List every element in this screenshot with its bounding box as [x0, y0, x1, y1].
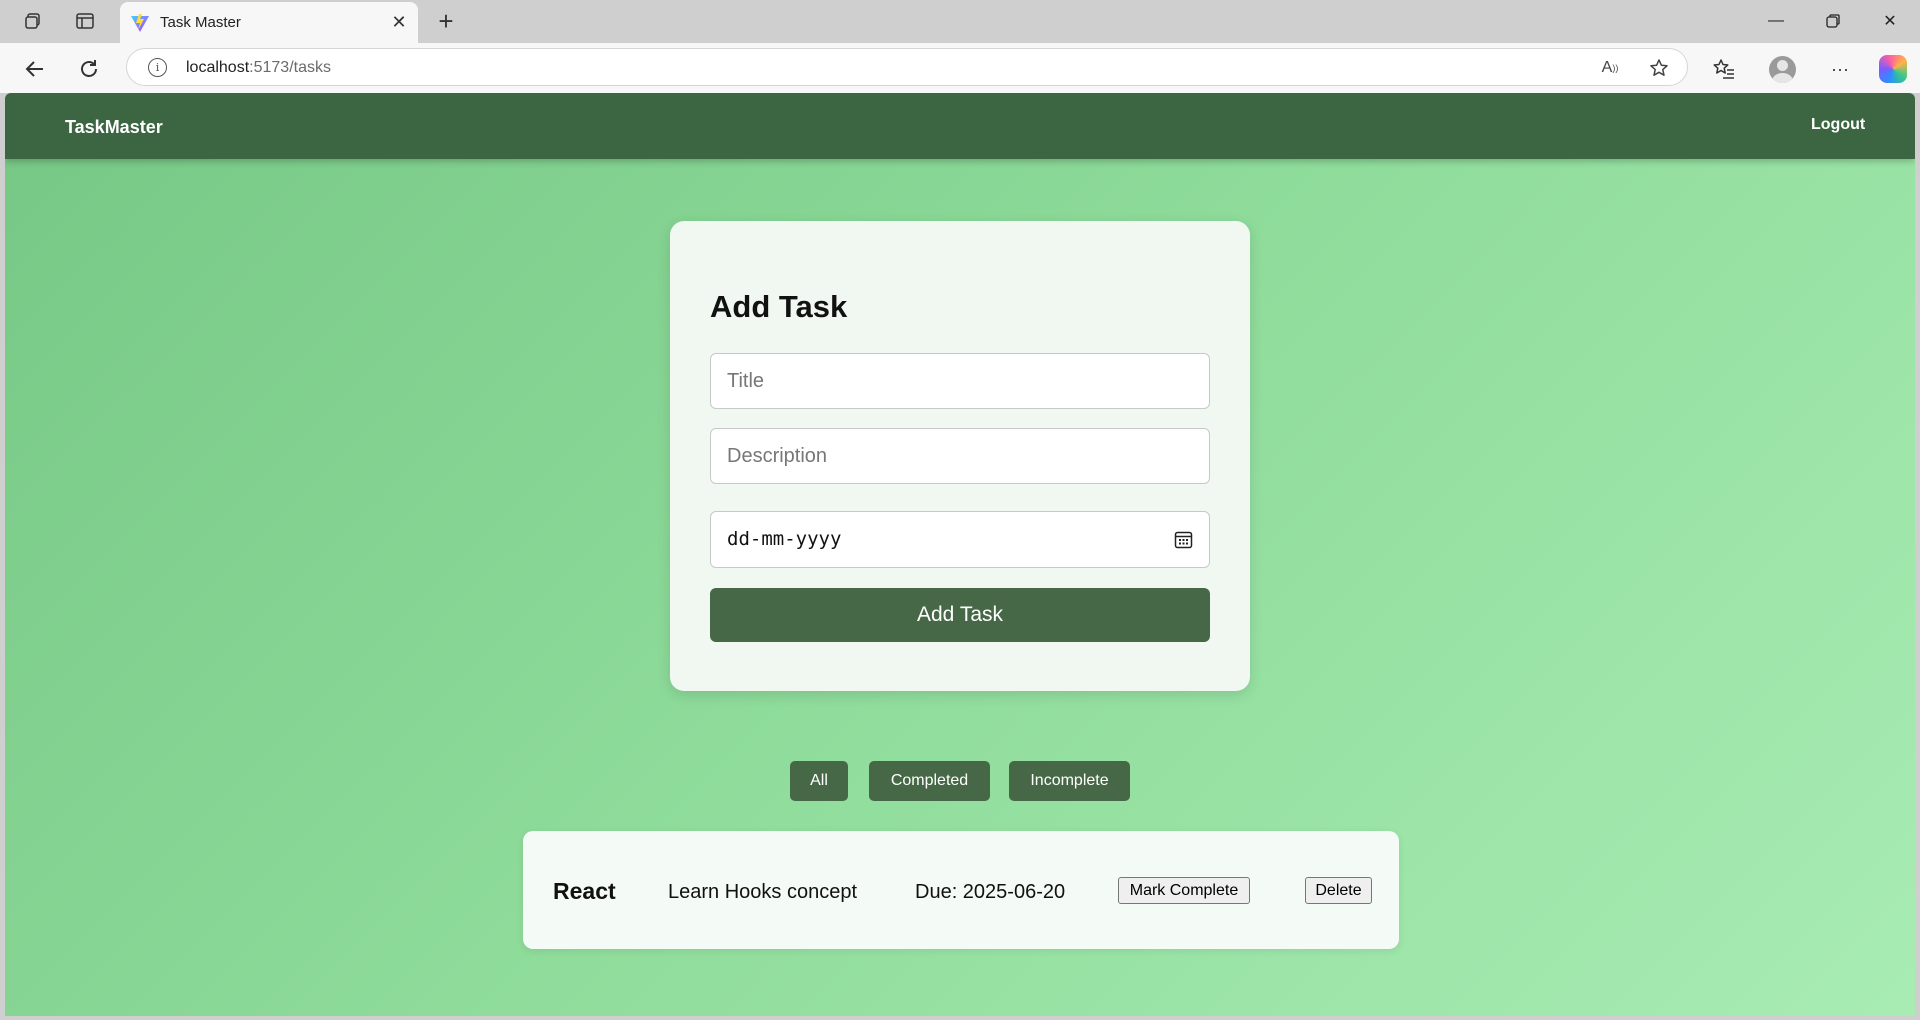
profile-avatar-icon[interactable] [1769, 56, 1796, 83]
add-task-button[interactable]: Add Task [710, 588, 1210, 642]
workspaces-icon[interactable] [20, 8, 46, 34]
address-bar: i localhost:5173/tasks A)) ··· [0, 43, 1920, 93]
vite-logo-icon [131, 14, 149, 32]
logout-button[interactable]: Logout [1811, 116, 1865, 134]
title-input[interactable] [710, 353, 1210, 409]
tab-title: Task Master [160, 14, 241, 31]
filter-completed-button[interactable]: Completed [869, 761, 990, 801]
due-date-placeholder: dd-mm-yyyy [727, 528, 842, 550]
task-description: Learn Hooks concept [668, 881, 858, 903]
favorites-icon[interactable] [1709, 54, 1739, 84]
delete-button[interactable]: Delete [1305, 877, 1372, 904]
mark-complete-button[interactable]: Mark Complete [1118, 877, 1250, 904]
task-title: React [553, 878, 616, 904]
more-icon[interactable]: ··· [1825, 54, 1855, 84]
calendar-icon[interactable] [1174, 530, 1193, 549]
window-close-icon[interactable]: ✕ [1870, 6, 1910, 36]
task-due-date: Due: 2025-06-20 [915, 881, 1066, 903]
refresh-icon[interactable] [74, 54, 104, 84]
app-navbar: TaskMaster Logout [5, 93, 1915, 159]
minimize-icon[interactable]: — [1756, 6, 1796, 36]
filter-incomplete-button[interactable]: Incomplete [1009, 761, 1130, 801]
url-field[interactable]: i localhost:5173/tasks A)) [126, 48, 1688, 86]
copilot-icon[interactable] [1879, 55, 1907, 83]
task-item: React Learn Hooks concept Due: 2025-06-2… [523, 831, 1399, 949]
add-task-heading: Add Task [710, 289, 848, 324]
info-icon[interactable]: i [148, 58, 167, 77]
due-date-input[interactable]: dd-mm-yyyy [710, 511, 1210, 568]
description-input[interactable] [710, 428, 1210, 484]
browser-tab-bar: Task Master ✕ + — ✕ [0, 0, 1920, 43]
browser-tab-active[interactable]: Task Master ✕ [120, 2, 418, 43]
favorite-star-icon[interactable] [1648, 57, 1670, 79]
page-viewport: TaskMaster Logout Add Task dd-mm-yyyy Ad… [5, 93, 1915, 1016]
url-text: localhost:5173/tasks [186, 59, 331, 76]
add-task-card: Add Task dd-mm-yyyy Add Task [670, 221, 1250, 691]
close-icon[interactable]: ✕ [388, 11, 410, 33]
tab-actions-icon[interactable] [72, 8, 98, 34]
new-tab-icon[interactable]: + [432, 6, 460, 36]
read-aloud-icon[interactable]: A)) [1599, 57, 1621, 79]
back-icon[interactable] [20, 54, 50, 84]
restore-icon[interactable] [1813, 6, 1853, 36]
filter-all-button[interactable]: All [790, 761, 848, 801]
app-brand[interactable]: TaskMaster [65, 117, 163, 138]
